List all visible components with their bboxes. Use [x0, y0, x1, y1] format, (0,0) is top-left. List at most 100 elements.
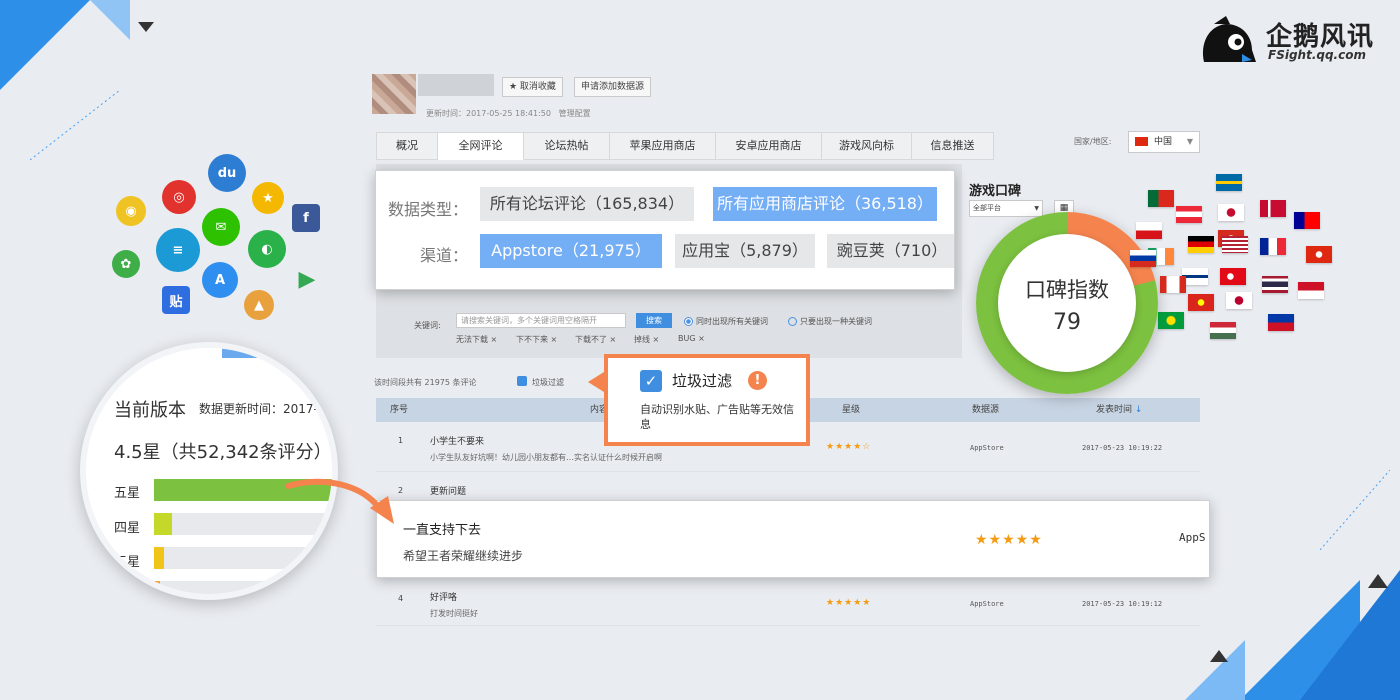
region-label: 国家/地区: [1074, 137, 1112, 146]
game-avatar [372, 74, 416, 114]
gauge-center: 口碑指数 79 [998, 234, 1136, 372]
decor-triangle [1368, 574, 1388, 588]
flag-japan-icon [1226, 292, 1252, 309]
tab-game-trends[interactable]: 游戏风向标 [822, 132, 912, 160]
tencent-games-icon: ≡ [156, 228, 200, 272]
channel-appstore-button[interactable]: Appstore（21,975） [480, 234, 662, 268]
keyword-chip[interactable]: 下载不了 × [575, 334, 616, 345]
flag-germany-icon [1188, 236, 1214, 253]
row-title: 更新问题 [430, 487, 467, 497]
flag-austria-icon [1176, 206, 1202, 223]
tab-android-store[interactable]: 安卓应用商店 [716, 132, 822, 160]
channel-wandoujia-button[interactable]: 豌豆荚（710） [827, 234, 954, 268]
checkbox-checked-icon[interactable]: ✓ [640, 370, 662, 392]
mode-all-option[interactable]: 同时出现所有关键词 [684, 316, 768, 327]
data-type-callout: 数据类型： 所有论坛评论（165,834） 所有应用商店评论（36,518） 渠… [375, 170, 955, 290]
column-header-time[interactable]: 发表时间 ↓ [1096, 398, 1142, 422]
spam-filter-label: 垃圾过滤 [532, 378, 564, 387]
magnifier-top-bar [222, 348, 282, 358]
decor-dotted-line [1320, 470, 1390, 550]
orange-arrow-icon [285, 478, 394, 524]
column-header-stars: 星级 [842, 405, 861, 415]
spam-filter-callout: ✓ 垃圾过滤 ! 自动识别水贴、广告贴等无效信息 [604, 354, 810, 446]
mode-any-label: 只要出现一种关键词 [800, 317, 872, 326]
platform-select[interactable]: 全部平台 ▼ [969, 200, 1043, 217]
reputation-gauge: 口碑指数 79 [976, 212, 1158, 394]
channel-yingyongbao-button[interactable]: 应用宝（5,879） [675, 234, 815, 268]
spam-filter-checkbox[interactable] [517, 376, 527, 386]
flag-south-korea-icon [1218, 204, 1244, 221]
result-count: 该时间段共有 21975 条评论 [374, 378, 477, 387]
table-row[interactable]: 4 好评咯 打发时间挺好 ★★★★★ AppStore 2017-05-23 1… [376, 580, 1200, 626]
row-stars: ★★★★★ [975, 532, 1043, 548]
decor-triangle [138, 22, 154, 32]
rating-summary: 4.5星（共52,342条评分） [114, 442, 332, 463]
row-body: 希望王者荣耀继续进步 [403, 549, 524, 563]
netease-icon: ◎ [162, 180, 196, 214]
rating-fill-2 [154, 581, 160, 594]
row-time: 2017-05-23 10:19:22 [1082, 444, 1163, 452]
request-source-button[interactable]: 申请添加数据源 [574, 77, 652, 97]
flag-vietnam-icon [1188, 294, 1214, 311]
flag-hungary-icon [1210, 322, 1236, 339]
tab-overview[interactable]: 概况 [376, 132, 438, 160]
keyword-label: 关键词: [414, 321, 441, 330]
keyword-chip[interactable]: 无法下载 × [456, 334, 497, 345]
mode-all-label: 同时出现所有关键词 [696, 317, 768, 326]
forum-reviews-button[interactable]: 所有论坛评论（165,834） [480, 187, 694, 221]
rating-label-5: 五星 [114, 486, 141, 501]
keyword-chip[interactable]: BUG × [678, 334, 705, 343]
flag-usa-icon [1222, 236, 1248, 253]
update-time: 更新时间：2017-05-25 18:41:50 管理配置 [426, 108, 591, 119]
radio-icon [788, 317, 797, 326]
tab-all-comments[interactable]: 全网评论 [438, 132, 524, 160]
row-title: 一直支持下去 [403, 523, 482, 538]
wechat-icon: ✉ [202, 208, 240, 246]
rating-label-4: 四星 [114, 521, 141, 536]
flag-czech-republic-icon [1136, 222, 1162, 239]
flag-sweden-icon [1216, 174, 1242, 191]
row-source: AppS [1179, 531, 1206, 544]
tab-info-push[interactable]: 信息推送 [912, 132, 994, 160]
table-row[interactable]: 2 更新问题 [376, 472, 1200, 502]
column-header-index: 序号 [390, 405, 409, 415]
mode-any-option[interactable]: 只要出现一种关键词 [788, 316, 872, 327]
column-header-time-label: 发表时间 [1096, 405, 1133, 415]
baidu-icon: du [208, 154, 246, 192]
qzone-icon: ★ [252, 182, 284, 214]
chevron-down-icon: ▼ [1034, 205, 1039, 212]
rating-bar-3 [154, 547, 332, 569]
flag-thailand-icon [1262, 276, 1288, 293]
keyword-chip[interactable]: 掉线 × [634, 334, 659, 345]
penguin-logo-icon [1202, 16, 1256, 62]
keyword-input[interactable]: 请搜索关键词，多个关键词用空格隔开 [456, 313, 626, 328]
reputation-label: 口碑指数 [1025, 278, 1109, 302]
unfavorite-button[interactable]: ★ 取消收藏 [502, 77, 563, 97]
decor-triangle [1185, 640, 1245, 700]
flag-denmark-icon [1260, 200, 1286, 217]
spam-filter-title: 垃圾过滤 [672, 372, 733, 390]
brand-logo[interactable]: 企鹅风讯 FSight.qq.com [1196, 14, 1386, 66]
rating-fill-3 [154, 547, 164, 569]
tab-apple-store[interactable]: 苹果应用商店 [610, 132, 716, 160]
highlighted-table-row[interactable]: 一直支持下去 希望王者荣耀继续进步 ★★★★★ AppS [376, 500, 1210, 578]
android-market-icon: ✿ [112, 250, 140, 278]
region-select[interactable]: 中国 ▼ [1128, 131, 1200, 153]
row-body: 小学生队友好坑啊！幼儿园小朋友都有…实名认证什么时候开启啊 [430, 453, 662, 462]
search-button[interactable]: 搜索 [636, 313, 672, 328]
tab-forum-posts[interactable]: 论坛热帖 [524, 132, 610, 160]
platform-value: 全部平台 [973, 204, 1001, 212]
keyword-chip[interactable]: 下不下来 × [516, 334, 557, 345]
reputation-title: 游戏口碑 [969, 184, 1022, 199]
column-header-source: 数据源 [972, 405, 1000, 415]
manage-config-link[interactable]: 管理配置 [559, 109, 591, 118]
flag-hong-kong-icon [1306, 246, 1332, 263]
version-magnifier: 当前版本 数据更新时间：2017- 4.5星（共52,342条评分） 五星 四星… [80, 342, 338, 600]
store-reviews-button[interactable]: 所有应用商店评论（36,518） [713, 187, 937, 221]
flag-russia-icon [1130, 250, 1156, 267]
spam-filter-description: 自动识别水贴、广告贴等无效信息 [640, 403, 794, 431]
rating-bar-2 [154, 581, 332, 594]
row-title: 好评咯 [430, 593, 458, 603]
flag-turkey-icon [1220, 268, 1246, 285]
google-play-icon: ▶ [298, 266, 316, 292]
